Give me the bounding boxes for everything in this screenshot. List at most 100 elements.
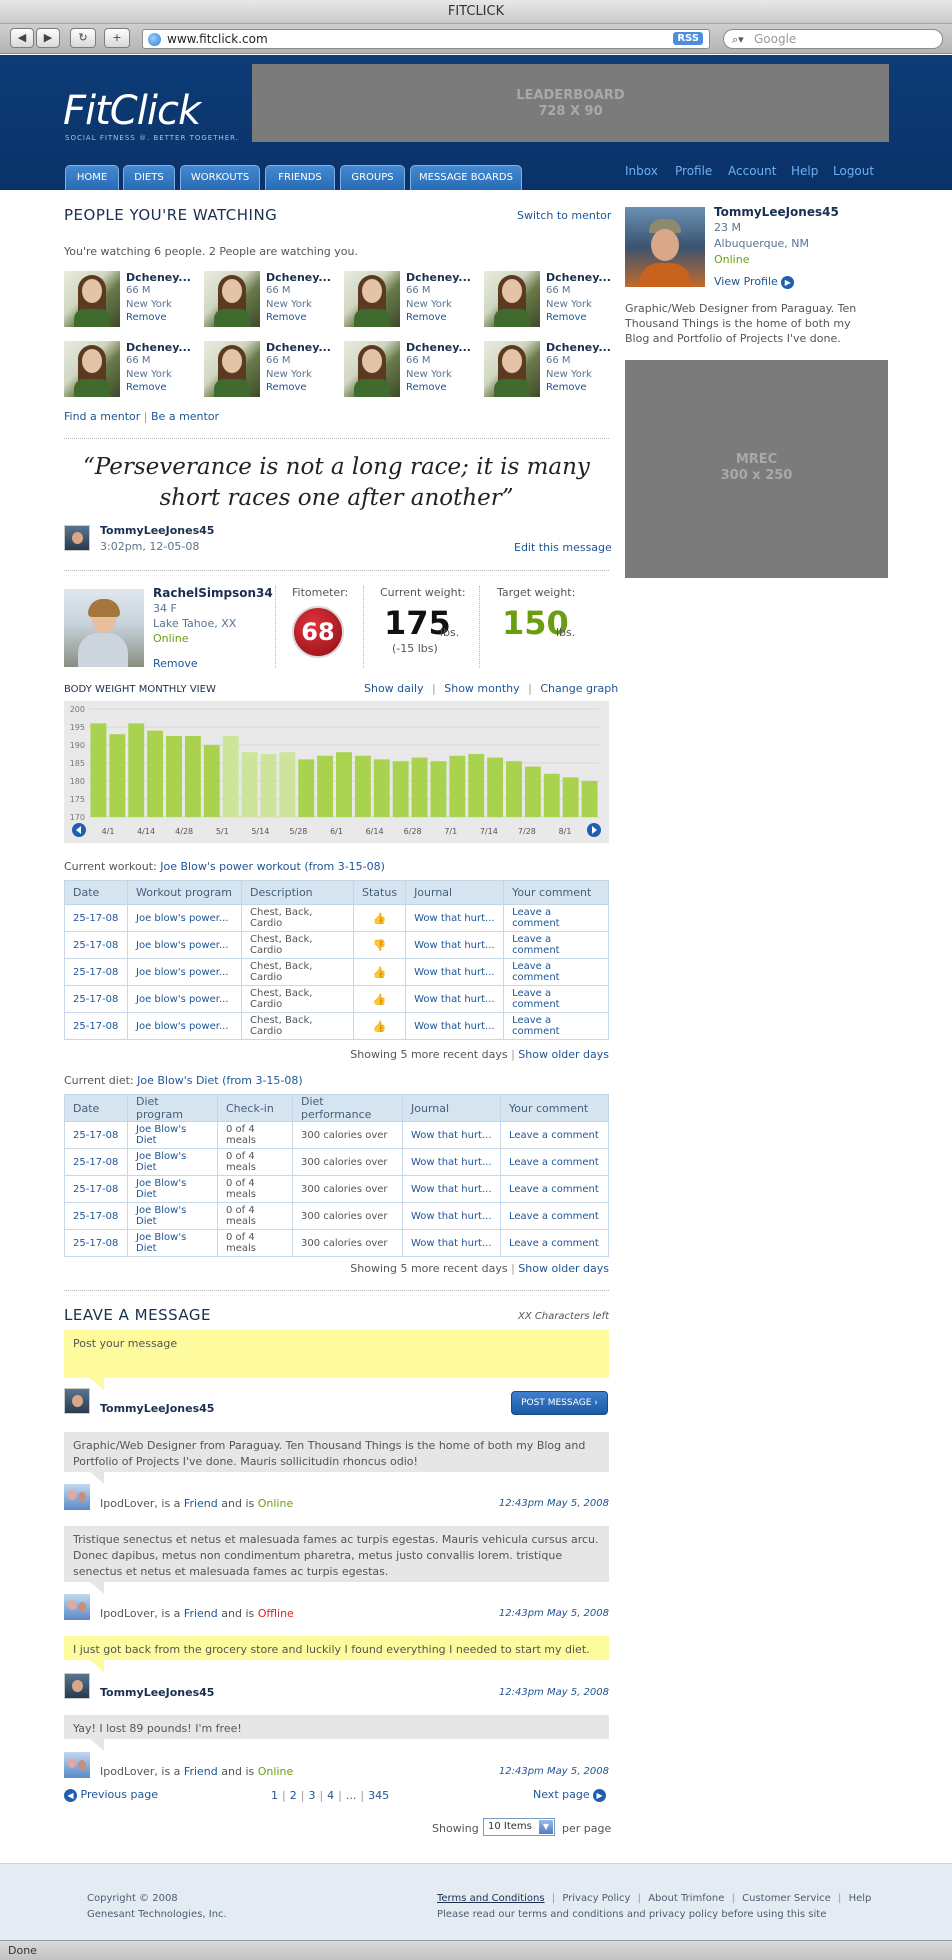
chart-bar[interactable]	[354, 755, 371, 817]
person-photo[interactable]	[344, 271, 400, 327]
profile-card-photo[interactable]	[625, 207, 705, 287]
chart-bar[interactable]	[147, 730, 164, 817]
col-diet-program[interactable]: Diet program	[127, 1094, 218, 1122]
relationship-link[interactable]: Friend	[184, 1497, 218, 1510]
member-photo[interactable]	[64, 589, 144, 667]
poster-name[interactable]: TommyLeeJones45	[100, 1402, 214, 1415]
row-date[interactable]: 25-17-08	[64, 985, 128, 1013]
chart-bar[interactable]	[392, 761, 409, 817]
row-date[interactable]: 25-17-08	[64, 1121, 128, 1149]
row-comment-link[interactable]: Leave a comment	[503, 958, 609, 986]
row-date[interactable]: 25-17-08	[64, 1229, 128, 1257]
chart-bar[interactable]	[279, 752, 296, 817]
tab-friends[interactable]: FRIENDS	[265, 165, 335, 190]
footer-privacy-link[interactable]: Privacy Policy	[562, 1893, 630, 1904]
col-status[interactable]: Status	[352, 880, 407, 905]
chart-bar[interactable]	[241, 752, 258, 817]
rss-button[interactable]: RSS	[673, 32, 703, 45]
row-date[interactable]: 25-17-08	[64, 958, 128, 986]
chart-bar[interactable]	[90, 723, 107, 817]
nav-account[interactable]: Account	[728, 164, 776, 178]
person-remove-link[interactable]: Remove	[266, 312, 307, 323]
row-program[interactable]: Joe blow's power...	[127, 931, 242, 959]
row-journal[interactable]: Wow that hurt...	[405, 904, 505, 932]
quote-author-avatar[interactable]	[64, 525, 90, 551]
relationship-link[interactable]: Friend	[184, 1607, 218, 1620]
row-comment-link[interactable]: Leave a comment	[500, 1202, 609, 1230]
chart-bar[interactable]	[562, 777, 579, 817]
col-workout-program[interactable]: Workout program	[127, 880, 242, 905]
row-journal[interactable]: Wow that hurt...	[405, 985, 505, 1013]
chart-bar[interactable]	[468, 754, 485, 817]
col-description[interactable]: Description	[241, 880, 354, 905]
chart-bar[interactable]	[543, 773, 560, 817]
person-remove-link[interactable]: Remove	[266, 382, 307, 393]
person-remove-link[interactable]: Remove	[406, 382, 447, 393]
chart-bar[interactable]	[373, 759, 390, 817]
current-diet-link[interactable]: Joe Blow's Diet (from 3-15-08)	[137, 1074, 303, 1087]
row-comment-link[interactable]: Leave a comment	[500, 1229, 609, 1257]
watched-person[interactable]: Dcheney... 66 M New York Remove	[344, 341, 474, 397]
row-program[interactable]: Joe blow's power...	[127, 904, 242, 932]
search-field[interactable]: ⌕▾ Google	[723, 29, 943, 49]
watched-person[interactable]: Dcheney... 66 M New York Remove	[484, 271, 614, 327]
member-name[interactable]: RachelSimpson34	[153, 586, 273, 600]
watched-person[interactable]: Dcheney... 66 M New York Remove	[204, 341, 334, 397]
address-bar[interactable]: www.fitclick.com RSS	[142, 29, 710, 49]
row-date[interactable]: 25-17-08	[64, 931, 128, 959]
quote-author[interactable]: TommyLeeJones45	[100, 524, 214, 537]
nav-help[interactable]: Help	[791, 164, 818, 178]
person-remove-link[interactable]: Remove	[126, 312, 167, 323]
page-number-link[interactable]: 3	[308, 1789, 315, 1802]
nav-logout[interactable]: Logout	[833, 164, 874, 178]
row-date[interactable]: 25-17-08	[64, 1012, 128, 1040]
be-mentor-link[interactable]: Be a mentor	[151, 410, 219, 423]
message-avatar[interactable]	[64, 1673, 90, 1699]
row-program[interactable]: Joe Blow's Diet	[127, 1148, 218, 1176]
chart-bar[interactable]	[336, 752, 352, 817]
person-name[interactable]: Dcheney...	[546, 271, 611, 284]
chart-bar[interactable]	[260, 754, 277, 817]
col-check-in[interactable]: Check-in	[217, 1094, 293, 1122]
url-text[interactable]: www.fitclick.com	[167, 32, 268, 46]
person-remove-link[interactable]: Remove	[126, 382, 167, 393]
chart-bar[interactable]	[184, 736, 201, 817]
row-date[interactable]: 25-17-08	[64, 1175, 128, 1203]
person-remove-link[interactable]: Remove	[406, 312, 447, 323]
col-your-comment[interactable]: Your comment	[500, 1094, 609, 1122]
footer-help-link[interactable]: Help	[849, 1893, 872, 1904]
person-name[interactable]: Dcheney...	[266, 271, 331, 284]
message-author[interactable]: TommyLeeJones45	[100, 1686, 214, 1699]
row-program[interactable]: Joe Blow's Diet	[127, 1202, 218, 1230]
view-profile-label[interactable]: View Profile	[714, 275, 778, 288]
page-number-link[interactable]: 2	[290, 1789, 297, 1802]
col-journal[interactable]: Journal	[402, 1094, 501, 1122]
person-remove-link[interactable]: Remove	[546, 312, 587, 323]
chart-bar[interactable]	[487, 757, 504, 817]
person-remove-link[interactable]: Remove	[546, 382, 587, 393]
row-journal[interactable]: Wow that hurt...	[402, 1148, 501, 1176]
message-textarea[interactable]: Post your message	[64, 1330, 609, 1390]
chart-bar[interactable]	[298, 759, 315, 817]
row-program[interactable]: Joe Blow's Diet	[127, 1229, 218, 1257]
row-journal[interactable]: Wow that hurt...	[402, 1175, 501, 1203]
previous-page-link[interactable]: ◀ Previous page	[64, 1788, 158, 1802]
leaderboard-ad[interactable]: LEADERBOARD 728 X 90	[252, 64, 889, 142]
row-comment-link[interactable]: Leave a comment	[503, 931, 609, 959]
profile-card-name[interactable]: TommyLeeJones45	[714, 205, 839, 219]
fitclick-logo[interactable]: FitClick	[63, 88, 201, 134]
edit-message-link[interactable]: Edit this message	[514, 541, 612, 554]
chart-bar[interactable]	[524, 766, 541, 817]
col-date[interactable]: Date	[64, 1094, 128, 1122]
person-name[interactable]: Dcheney...	[126, 271, 191, 284]
person-photo[interactable]	[484, 271, 540, 327]
chart-bar[interactable]	[411, 757, 428, 817]
page-number-link[interactable]: 345	[368, 1789, 389, 1802]
person-name[interactable]: Dcheney...	[406, 271, 471, 284]
person-name[interactable]: Dcheney...	[406, 341, 471, 354]
row-comment-link[interactable]: Leave a comment	[503, 904, 609, 932]
row-journal[interactable]: Wow that hurt...	[405, 931, 505, 959]
person-photo[interactable]	[64, 271, 120, 327]
watched-person[interactable]: Dcheney... 66 M New York Remove	[344, 271, 474, 327]
chart-bar[interactable]	[317, 755, 334, 817]
